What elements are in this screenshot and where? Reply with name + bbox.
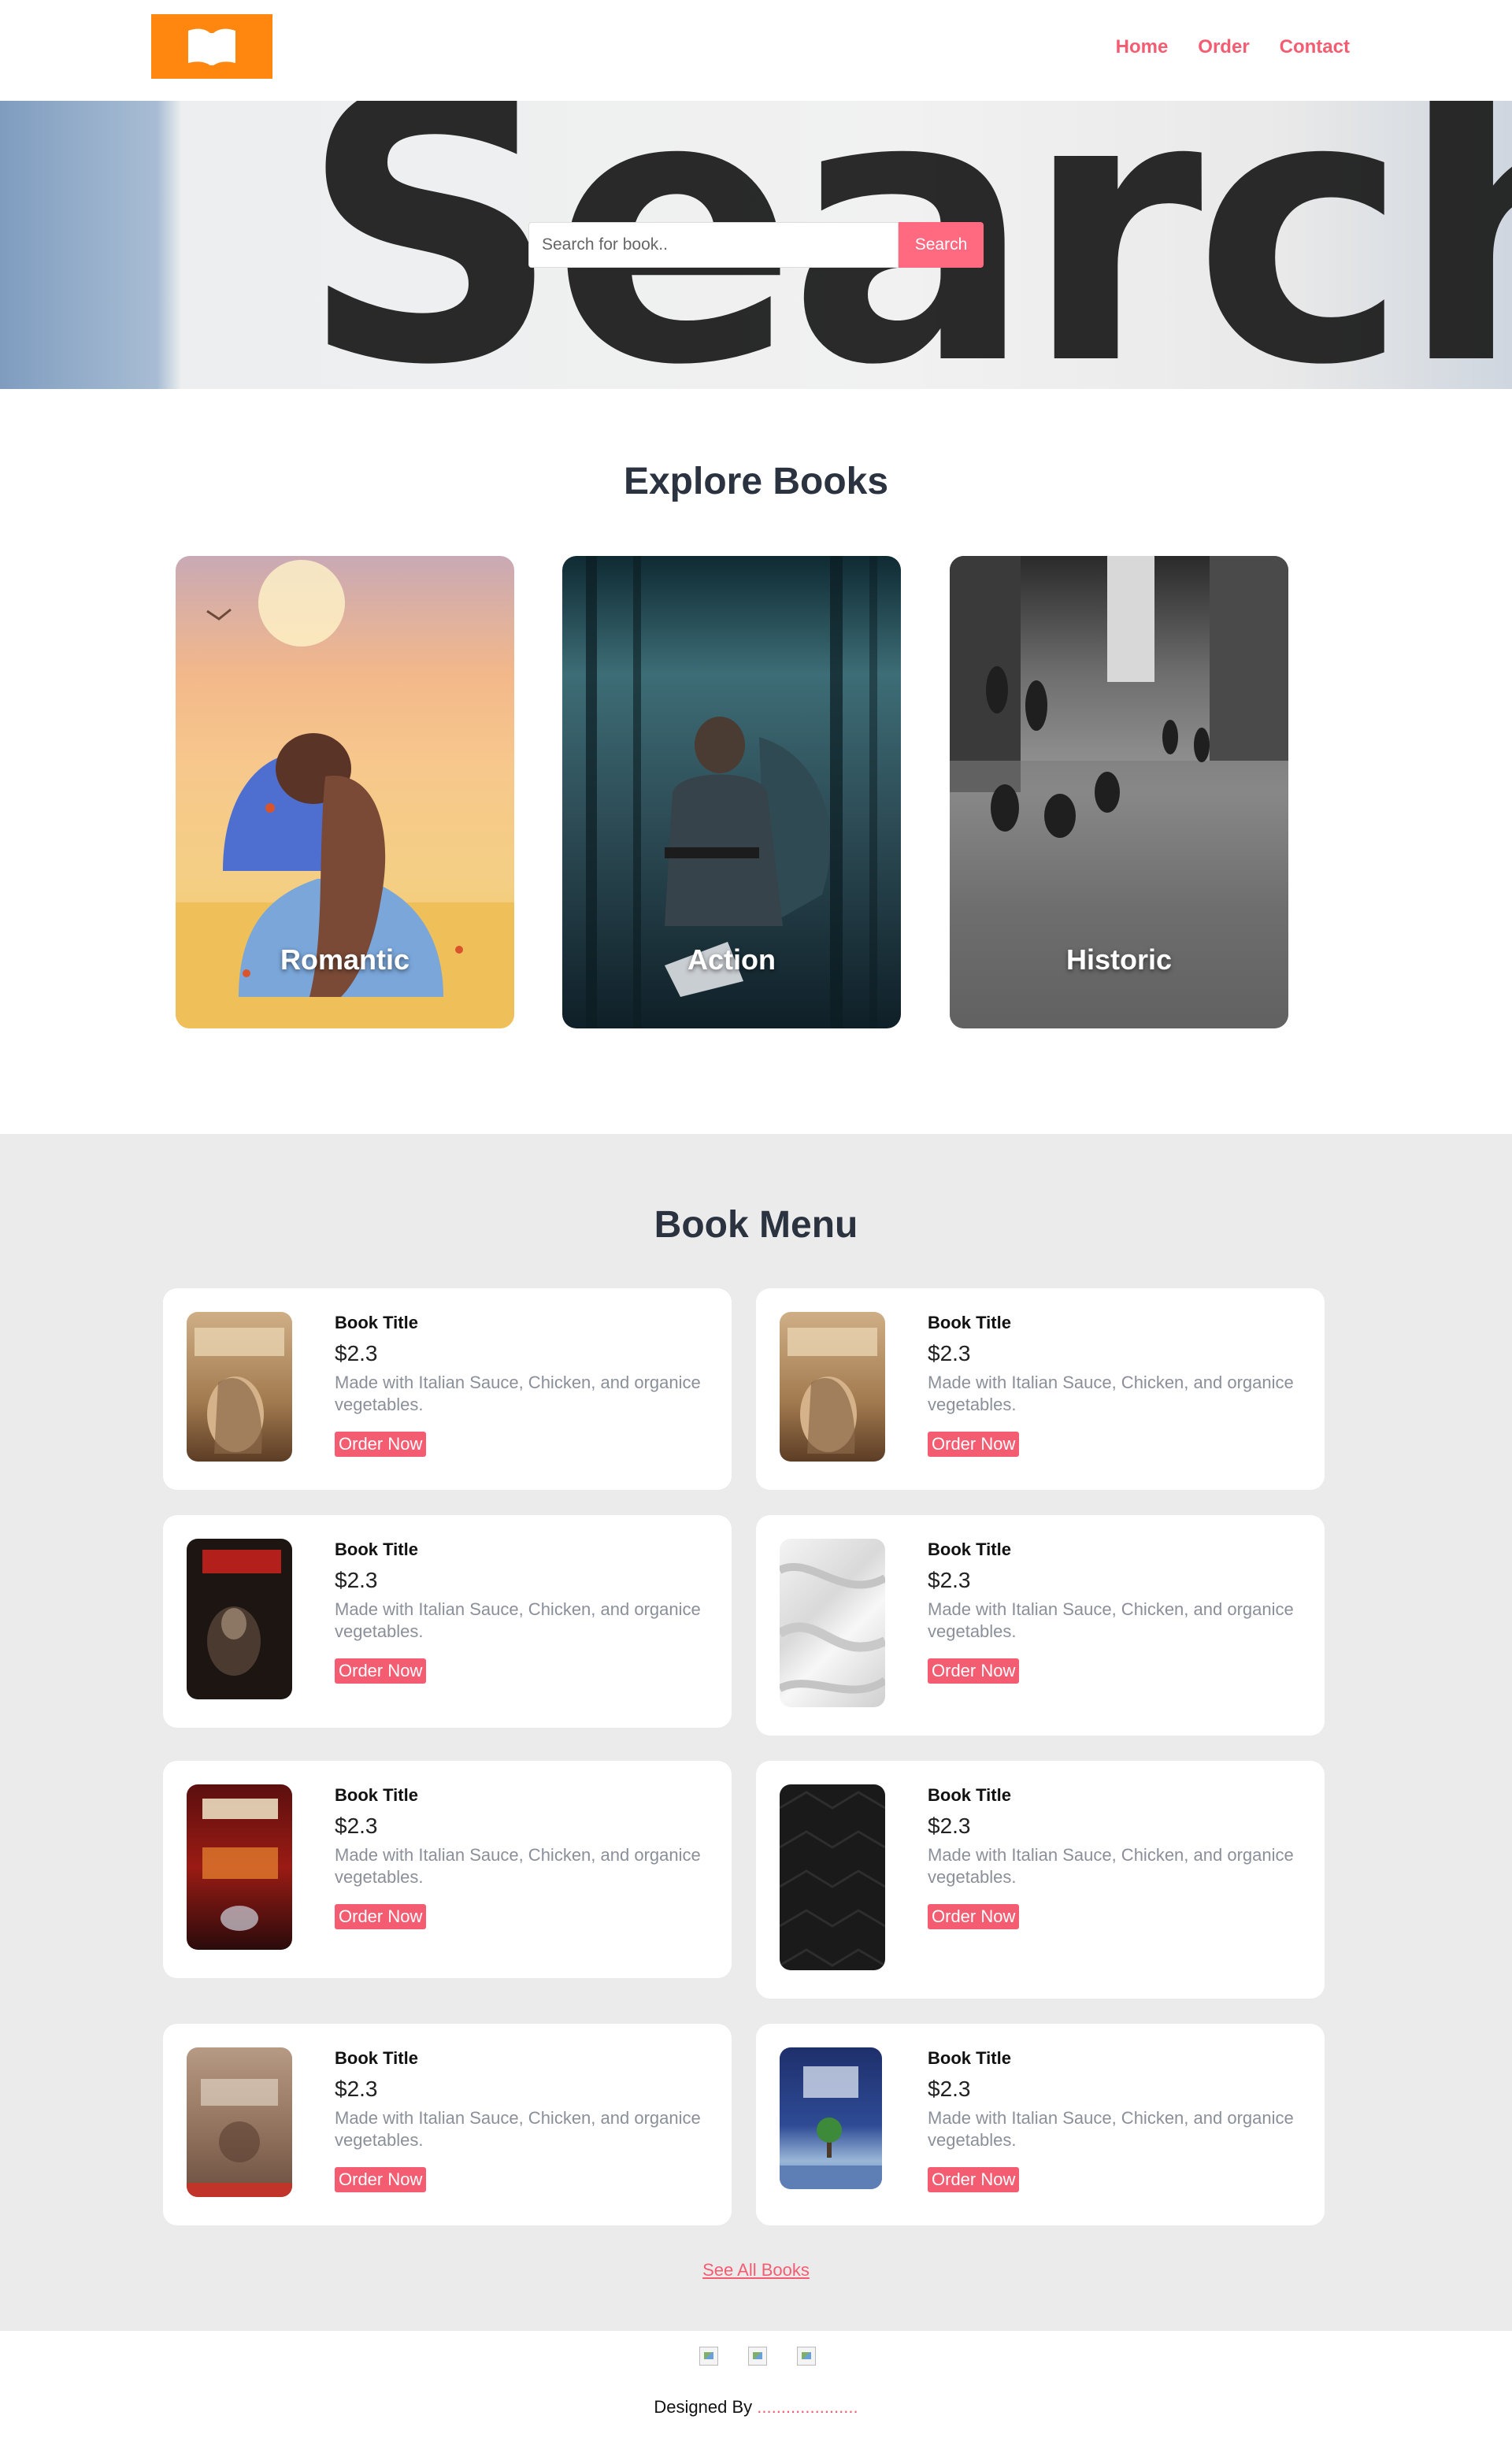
book-info: Book Title $2.3 Made with Italian Sauce,… [335, 2047, 705, 2192]
search-bar: Search [528, 222, 984, 268]
book-title: Book Title [928, 1539, 1011, 1559]
category-card-romantic[interactable]: Romantic [176, 556, 514, 1028]
book-title: Book Title [335, 2048, 418, 2068]
book-menu-heading: Book Menu [654, 1204, 858, 1246]
book-price: $2.3 [928, 1568, 971, 1592]
book-menu-section: Book Menu Book Title $2.3 Made with Ital… [0, 1134, 1512, 2331]
hero-banner: Searching... Search [0, 101, 1512, 389]
book-title: Book Title [335, 1313, 418, 1332]
search-button[interactable]: Search [899, 222, 984, 268]
book-card: Book Title $2.3 Made with Italian Sauce,… [163, 1515, 732, 1728]
book-title: Book Title [928, 2048, 1011, 2068]
book-description: Made with Italian Sauce, Chicken, and or… [928, 2108, 1294, 2150]
book-title: Book Title [335, 1785, 418, 1805]
order-now-button[interactable]: Order Now [335, 1658, 427, 1684]
book-description: Made with Italian Sauce, Chicken, and or… [335, 1845, 701, 1887]
book-cover-image [780, 2047, 882, 2189]
category-card-action[interactable]: Action [562, 556, 901, 1028]
designed-by-label: Designed By [654, 2397, 753, 2417]
open-book-icon [188, 28, 235, 65]
nav-contact-link[interactable]: Contact [1280, 36, 1350, 58]
book-card: Book Title $2.3 Made with Italian Sauce,… [756, 1515, 1325, 1736]
site-footer: Designed By ..................... [0, 2331, 1512, 2438]
order-now-button[interactable]: Order Now [928, 1658, 1020, 1684]
book-cover-art [202, 1550, 281, 1676]
book-info: Book Title $2.3 Made with Italian Sauce,… [928, 1784, 1298, 1929]
search-input[interactable] [528, 222, 899, 268]
book-info: Book Title $2.3 Made with Italian Sauce,… [928, 1312, 1298, 1457]
category-label-romantic: Romantic [280, 943, 410, 976]
book-card: Book Title $2.3 Made with Italian Sauce,… [756, 1761, 1325, 1999]
book-card: Book Title $2.3 Made with Italian Sauce,… [163, 1761, 732, 1978]
book-info: Book Title $2.3 Made with Italian Sauce,… [335, 1539, 705, 1684]
nav-order-link[interactable]: Order [1198, 36, 1249, 58]
book-card: Book Title $2.3 Made with Italian Sauce,… [756, 2024, 1325, 2225]
social-links [699, 2347, 816, 2366]
book-description: Made with Italian Sauce, Chicken, and or… [335, 2108, 701, 2150]
category-label-historic: Historic [1065, 943, 1173, 976]
see-all-books-link[interactable]: See All Books [0, 2260, 1512, 2281]
broken-image-icon[interactable] [797, 2347, 816, 2366]
book-info: Book Title $2.3 Made with Italian Sauce,… [335, 1312, 705, 1457]
category-label-action: Action [687, 943, 776, 976]
book-cover-image [187, 2047, 292, 2197]
category-card-historic[interactable]: Historic [950, 556, 1288, 1028]
book-cover-art [202, 1799, 278, 1931]
book-description: Made with Italian Sauce, Chicken, and or… [335, 1599, 701, 1641]
book-cover-art [780, 1791, 885, 1967]
book-price: $2.3 [335, 1341, 378, 1365]
book-price: $2.3 [928, 2077, 971, 2101]
book-info: Book Title $2.3 Made with Italian Sauce,… [928, 2047, 1298, 2192]
book-cover-art [780, 2066, 882, 2189]
explore-books-heading: Explore Books [623, 461, 889, 502]
book-description: Made with Italian Sauce, Chicken, and or… [928, 1845, 1294, 1887]
book-description: Made with Italian Sauce, Chicken, and or… [928, 1373, 1294, 1414]
book-cover-art [788, 1328, 877, 1454]
book-cover-image [780, 1312, 885, 1462]
book-info: Book Title $2.3 Made with Italian Sauce,… [928, 1539, 1298, 1684]
order-now-button[interactable]: Order Now [928, 2167, 1020, 2192]
designer-name: ..................... [757, 2397, 858, 2417]
broken-image-icon[interactable] [699, 2347, 718, 2366]
book-cover-art [187, 2079, 292, 2197]
book-cover-image [187, 1312, 292, 1462]
nav-home-link[interactable]: Home [1116, 36, 1169, 58]
designed-by-credit: Designed By ..................... [0, 2397, 1512, 2418]
logo[interactable] [151, 14, 272, 79]
book-cover-image [780, 1539, 885, 1707]
book-price: $2.3 [928, 1341, 971, 1365]
book-info: Book Title $2.3 Made with Italian Sauce,… [335, 1784, 705, 1929]
order-now-button[interactable]: Order Now [928, 1432, 1020, 1457]
broken-image-icon[interactable] [748, 2347, 767, 2366]
book-price: $2.3 [335, 1568, 378, 1592]
book-price: $2.3 [928, 1814, 971, 1838]
book-card: Book Title $2.3 Made with Italian Sauce,… [163, 2024, 732, 2225]
book-title: Book Title [928, 1785, 1011, 1805]
book-cover-image [187, 1784, 292, 1950]
main-nav: Home Order Contact [1116, 36, 1350, 58]
order-now-button[interactable]: Order Now [335, 1904, 427, 1929]
book-cover-image [187, 1539, 292, 1699]
book-card: Book Title $2.3 Made with Italian Sauce,… [756, 1288, 1325, 1490]
book-cover-image [780, 1784, 885, 1970]
book-description: Made with Italian Sauce, Chicken, and or… [335, 1373, 701, 1414]
order-now-button[interactable]: Order Now [335, 1432, 427, 1457]
site-header: Home Order Contact [0, 0, 1512, 101]
book-title: Book Title [928, 1313, 1011, 1332]
book-price: $2.3 [335, 2077, 378, 2101]
book-description: Made with Italian Sauce, Chicken, and or… [928, 1599, 1294, 1641]
order-now-button[interactable]: Order Now [928, 1904, 1020, 1929]
book-price: $2.3 [335, 1814, 378, 1838]
book-cover-art [780, 1562, 885, 1694]
book-title: Book Title [335, 1539, 418, 1559]
book-card: Book Title $2.3 Made with Italian Sauce,… [163, 1288, 732, 1490]
order-now-button[interactable]: Order Now [335, 2167, 427, 2192]
book-cover-art [195, 1328, 284, 1454]
